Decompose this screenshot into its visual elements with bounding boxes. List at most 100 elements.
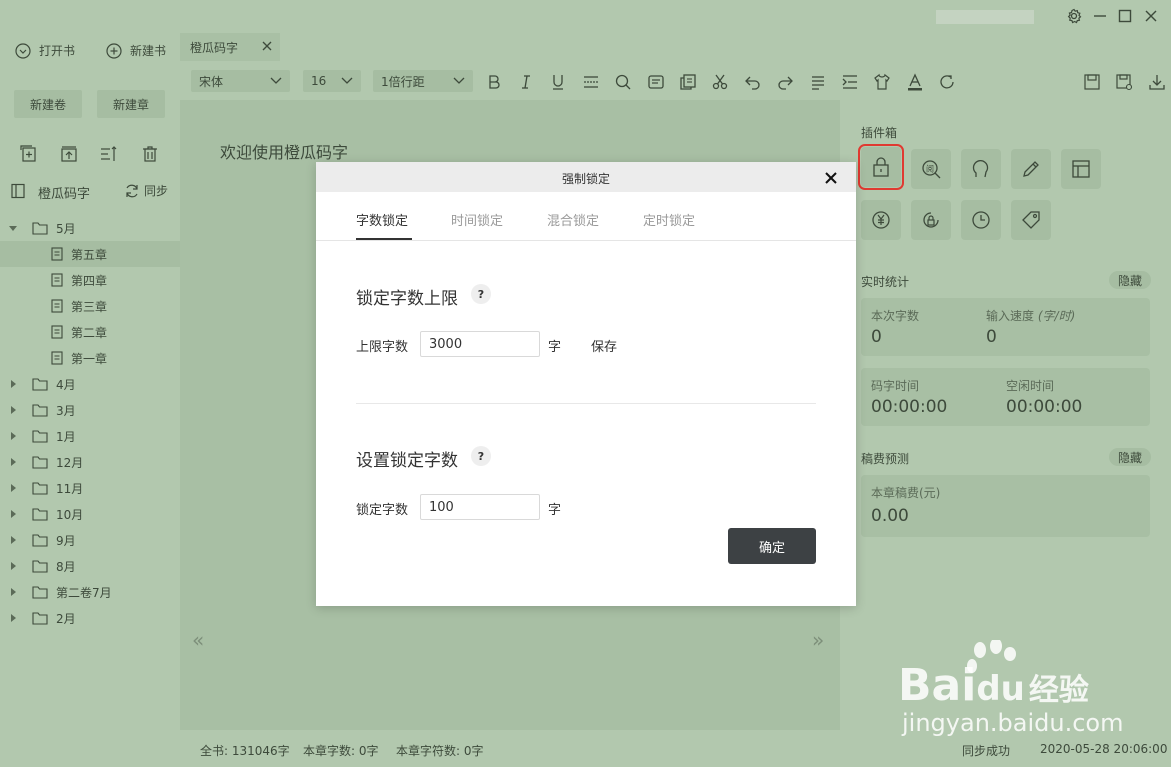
tab-scheduled-lock[interactable]: 定时锁定 (643, 210, 695, 229)
add-file-icon[interactable] (20, 145, 38, 163)
strikethrough-icon[interactable] (582, 73, 600, 91)
bold-icon[interactable] (485, 73, 503, 91)
tree-chapter[interactable]: 第四章 (0, 267, 180, 293)
plugins-title: 插件箱 (861, 126, 898, 140)
download-icon[interactable] (1148, 73, 1166, 91)
next-page-button[interactable]: » (812, 628, 824, 652)
line-spacing-select[interactable]: 1倍行距 (373, 70, 473, 92)
limit-help-icon[interactable]: ? (471, 284, 491, 304)
caret-right-icon[interactable] (9, 406, 23, 414)
redo-icon[interactable] (776, 73, 794, 91)
caret-down-icon[interactable] (9, 224, 23, 232)
tree-folder[interactable]: 10月 (0, 501, 180, 527)
upload-icon[interactable] (60, 145, 78, 163)
limit-label: 上限字数 (356, 340, 409, 355)
caret-right-icon[interactable] (9, 614, 23, 622)
close-icon[interactable] (1144, 8, 1158, 24)
font-color-icon[interactable] (906, 73, 924, 91)
close-tab-icon[interactable] (260, 39, 274, 53)
folder-icon (32, 377, 48, 391)
save-as-icon[interactable] (1115, 73, 1133, 91)
tree-folder[interactable]: 第二卷7月 (0, 579, 180, 605)
book-panel-icon[interactable] (11, 183, 25, 199)
font-select-value: 宋体 (199, 74, 224, 89)
caret-right-icon[interactable] (9, 458, 23, 466)
layout-plugin-button[interactable] (1061, 149, 1101, 189)
caret-right-icon[interactable] (9, 484, 23, 492)
tree-folder[interactable]: 4月 (0, 371, 180, 397)
save-icon[interactable] (1083, 73, 1101, 91)
chevron-down-icon (453, 77, 465, 85)
trash-icon[interactable] (141, 145, 159, 163)
tree-folder[interactable]: 1月 (0, 423, 180, 449)
dialog-close-icon[interactable] (824, 171, 838, 185)
save-limit-button[interactable]: 保存 (591, 336, 617, 355)
folder-icon (32, 585, 48, 599)
tree-chapter[interactable]: 第二章 (0, 319, 180, 345)
cut-icon[interactable] (711, 73, 729, 91)
caret-right-icon[interactable] (9, 510, 23, 518)
idea-plugin-button[interactable] (961, 149, 1001, 189)
caret-right-icon[interactable] (9, 562, 23, 570)
underline-icon[interactable] (549, 73, 567, 91)
comment-icon[interactable] (647, 73, 665, 91)
hide-stats-button[interactable]: 隐藏 (1109, 271, 1151, 289)
maximize-icon[interactable] (1118, 8, 1132, 24)
tree-folder[interactable]: 9月 (0, 527, 180, 553)
italic-icon[interactable] (517, 73, 535, 91)
document-tab[interactable]: 橙瓜码字 (180, 33, 280, 61)
limit-input[interactable] (420, 331, 540, 357)
target-plugin-button[interactable] (911, 200, 951, 240)
search-icon[interactable] (614, 73, 632, 91)
tab-word-lock[interactable]: 字数锁定 (356, 210, 408, 229)
sort-icon[interactable] (100, 145, 118, 163)
confirm-button[interactable]: 确定 (728, 528, 816, 564)
tab-mixed-lock[interactable]: 混合锁定 (547, 210, 599, 229)
copy-icon[interactable] (679, 73, 697, 91)
undo-icon[interactable] (744, 73, 762, 91)
lock-help-icon[interactable]: ? (471, 446, 491, 466)
tree-folder[interactable]: 3月 (0, 397, 180, 423)
font-select[interactable]: 宋体 (191, 70, 290, 92)
tree-folder[interactable]: 11月 (0, 475, 180, 501)
tree-folder[interactable]: 2月 (0, 605, 180, 631)
size-select[interactable]: 16 (303, 70, 361, 92)
indent-icon[interactable] (841, 73, 859, 91)
lock-plugin-button[interactable] (858, 144, 904, 190)
prev-page-button[interactable]: « (192, 628, 204, 652)
new-chapter-button[interactable]: 新建章 (97, 90, 165, 118)
align-icon[interactable] (809, 73, 827, 91)
new-volume-button[interactable]: 新建卷 (14, 90, 82, 118)
tree-chapter-label: 第二章 (71, 325, 108, 340)
tree-chapter[interactable]: 第五章 (0, 241, 180, 267)
minimize-icon[interactable] (1093, 8, 1107, 24)
tree-folder-label: 11月 (56, 481, 84, 496)
tree-chapter[interactable]: 第三章 (0, 293, 180, 319)
tree-folder[interactable]: 5月 (0, 215, 180, 241)
fee-plugin-button[interactable] (861, 200, 901, 240)
hide-fee-button[interactable]: 隐藏 (1109, 448, 1151, 466)
theme-shirt-icon[interactable] (873, 73, 891, 91)
tree-chapter[interactable]: 第一章 (0, 345, 180, 371)
gear-icon[interactable] (1066, 8, 1082, 24)
folder-icon (32, 403, 48, 417)
open-book-button[interactable]: 打开书 (15, 42, 75, 59)
tree-folder[interactable]: 12月 (0, 449, 180, 475)
caret-right-icon[interactable] (9, 380, 23, 388)
tag-plugin-button[interactable] (1011, 200, 1051, 240)
caret-right-icon[interactable] (9, 536, 23, 544)
tree-folder[interactable]: 8月 (0, 553, 180, 579)
review-plugin-button[interactable]: 阅 (911, 149, 951, 189)
pencil-plugin-button[interactable] (1011, 149, 1051, 189)
lock-input[interactable] (420, 494, 540, 520)
tab-time-lock[interactable]: 时间锁定 (451, 210, 503, 229)
caret-right-icon[interactable] (9, 588, 23, 596)
sync-button[interactable]: 同步 (124, 182, 168, 199)
plus-circle-icon (106, 42, 122, 59)
caret-right-icon[interactable] (9, 432, 23, 440)
open-book-label: 打开书 (39, 44, 76, 58)
document-icon (51, 247, 63, 261)
timer-plugin-button[interactable] (961, 200, 1001, 240)
new-book-button[interactable]: 新建书 (106, 42, 166, 59)
refresh-icon[interactable] (938, 73, 956, 91)
